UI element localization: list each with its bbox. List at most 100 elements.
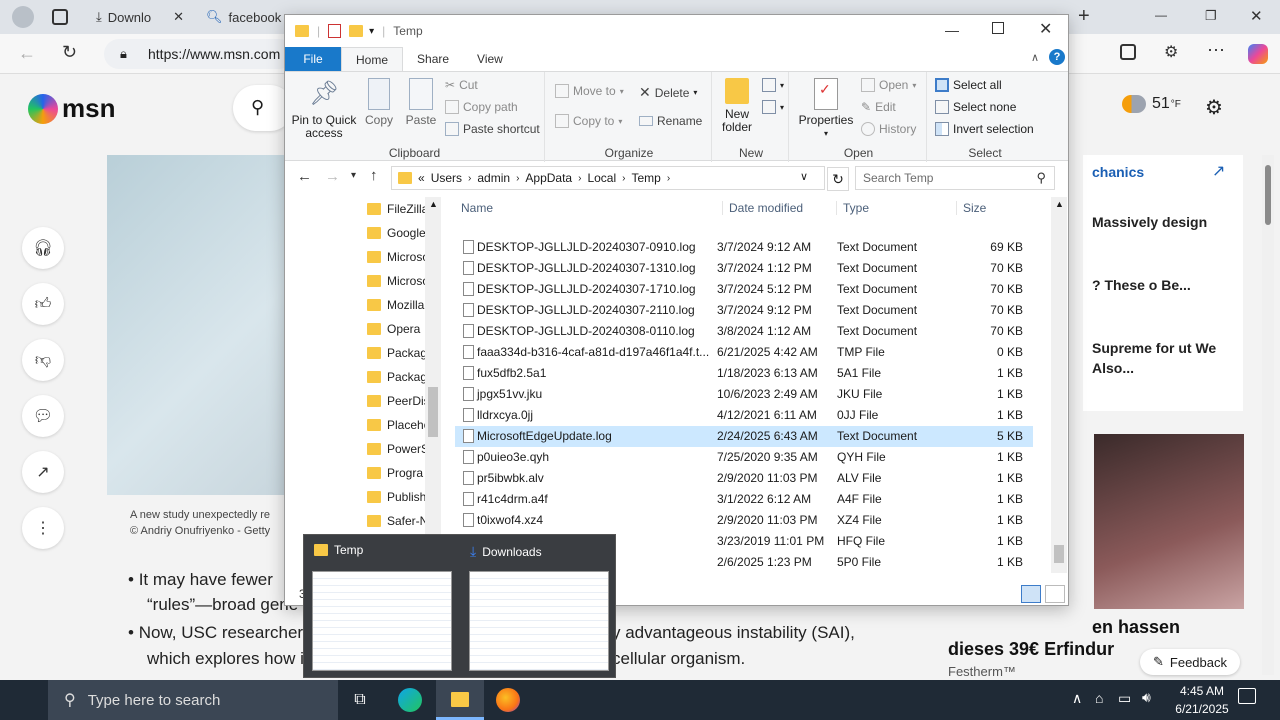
explorer-close-button[interactable]: ✕ xyxy=(1039,19,1052,39)
breadcrumb-separator-icon[interactable]: › xyxy=(667,173,670,184)
news-item-3[interactable]: Supreme for ut We Also... xyxy=(1092,338,1242,378)
breadcrumb-admin[interactable]: admin xyxy=(477,171,510,185)
file-row[interactable]: p0uieo3e.qyh 7/25/2020 9:35 AM QYH File 1 K… xyxy=(455,447,1033,468)
scroll-up-icon[interactable]: ▲ xyxy=(429,199,438,209)
tab-facebook[interactable]: 🔍︎ facebook xyxy=(198,3,284,31)
thumbnail-temp-title[interactable]: Temp xyxy=(314,543,363,557)
news-item-1[interactable]: Massively design xyxy=(1092,212,1242,232)
scroll-up-icon[interactable]: ▲ xyxy=(1055,199,1064,209)
breadcrumb-separator-icon[interactable]: › xyxy=(516,173,519,184)
new-folder-qat-icon[interactable] xyxy=(349,25,364,37)
close-icon[interactable]: ✕ xyxy=(173,9,184,25)
copilot-icon[interactable] xyxy=(1248,44,1268,64)
tab-file[interactable]: File xyxy=(285,47,341,71)
ad-headline-1[interactable]: en hassen xyxy=(1092,617,1180,638)
address-dropdown-icon[interactable]: ∨ xyxy=(800,170,808,183)
settings-gear-icon[interactable]: ⚙ xyxy=(1205,95,1223,120)
pin-quick-access-button[interactable]: 📌︎ Pin to Quick access xyxy=(289,78,359,140)
notification-icon[interactable] xyxy=(1238,688,1256,704)
network-icon[interactable]: ⌂ xyxy=(1095,690,1103,706)
copy-button[interactable]: Copy xyxy=(361,78,397,127)
restore-button[interactable]: ❐ xyxy=(1205,8,1217,24)
thumbnail-downloads-preview[interactable] xyxy=(469,571,609,671)
breadcrumb-temp[interactable]: Temp xyxy=(631,171,660,185)
share-icon[interactable]: ↗ xyxy=(22,451,64,493)
ad-headline-2[interactable]: dieses 39€ Erfindur xyxy=(948,639,1114,660)
ad-image[interactable] xyxy=(1094,434,1244,609)
file-row[interactable]: fux5dfb2.5a1 1/18/2023 6:13 AM 5A1 File 1 K… xyxy=(455,363,1033,384)
file-row[interactable]: DESKTOP-JGLLJLD-20240307-0910.log 3/7/202… xyxy=(455,237,1033,258)
select-all-button[interactable]: Select all xyxy=(935,78,1002,92)
clock-time[interactable]: 4:45 AM xyxy=(1172,684,1232,698)
breadcrumb-appdata[interactable]: AppData xyxy=(525,171,572,185)
rename-button[interactable]: Rename xyxy=(639,114,702,128)
file-row[interactable]: faaa334d-b316-4caf-a81d-d197a46f1a4f.t..… xyxy=(455,342,1033,363)
new-tab-button[interactable]: + xyxy=(1078,5,1090,28)
history-button[interactable]: History xyxy=(861,122,916,136)
file-row[interactable]: DESKTOP-JGLLJLD-20240307-1710.log 3/7/202… xyxy=(455,279,1033,300)
filelist-scrollbar-thumb[interactable] xyxy=(1054,545,1064,563)
profile-avatar[interactable] xyxy=(12,6,34,28)
lock-icon[interactable]: 🔒︎ xyxy=(120,46,127,62)
breadcrumb-separator-icon[interactable]: › xyxy=(622,173,625,184)
taskbar-search-box[interactable]: ⚲ Type here to search xyxy=(48,680,338,720)
file-row[interactable]: r41c4drm.a4f 3/1/2022 6:12 AM A4F File 1 KB xyxy=(455,489,1033,510)
weather-widget[interactable]: 51 °F xyxy=(1122,95,1181,113)
breadcrumb-local[interactable]: Local xyxy=(587,171,616,185)
column-header-date[interactable]: Date modified xyxy=(722,201,803,215)
details-view-icon[interactable] xyxy=(1021,585,1041,603)
thumbnail-downloads-title[interactable]: ⤓ Downloads xyxy=(470,543,542,560)
file-row[interactable]: DESKTOP-JGLLJLD-20240307-2110.log 3/7/202… xyxy=(455,300,1033,321)
page-scrollbar-thumb[interactable] xyxy=(1265,165,1271,225)
navpane-scrollbar-thumb[interactable] xyxy=(428,387,438,437)
more-menu-icon[interactable]: ⋯ xyxy=(1207,40,1225,61)
invert-selection-button[interactable]: Invert selection xyxy=(935,122,1034,136)
news-item-2[interactable]: ? These o Be... xyxy=(1092,275,1242,295)
new-folder-button[interactable]: New folder xyxy=(718,78,756,134)
thumbs-down-icon[interactable]: 👎︎ xyxy=(22,339,64,381)
column-header-size[interactable]: Size xyxy=(956,201,986,215)
file-row[interactable]: lldrxcya.0jj 4/12/2021 6:11 AM 0JJ File 1 K… xyxy=(455,405,1033,426)
wifi-icon[interactable]: ▭ xyxy=(1118,690,1131,707)
qat-dropdown-icon[interactable]: ▾ xyxy=(369,26,374,37)
delete-button[interactable]: ✕ Delete ▾ xyxy=(639,84,697,101)
file-row[interactable]: DESKTOP-JGLLJLD-20240308-0110.log 3/8/202… xyxy=(455,321,1033,342)
close-window-button[interactable]: ✕ xyxy=(1250,7,1263,25)
forward-arrow-icon[interactable]: → xyxy=(325,168,340,185)
up-arrow-icon[interactable]: ↑ xyxy=(370,167,378,184)
comment-icon[interactable]: 💬︎ xyxy=(22,395,64,437)
copy-path-button[interactable]: Copy path xyxy=(445,100,518,114)
refresh-icon[interactable]: ↻ xyxy=(62,42,77,63)
recent-locations-icon[interactable]: ▾ xyxy=(351,170,356,181)
tab-view[interactable]: View xyxy=(463,47,517,71)
firefox-icon[interactable] xyxy=(496,688,520,712)
file-explorer-taskbar-button[interactable] xyxy=(436,680,484,720)
start-windows-icon[interactable] xyxy=(12,690,32,710)
help-icon[interactable]: ? xyxy=(1049,49,1065,65)
explorer-maximize-button[interactable] xyxy=(992,22,1004,34)
clock-date[interactable]: 6/21/2025 xyxy=(1168,702,1236,716)
navpane-scrollbar[interactable]: ▲ xyxy=(425,197,441,573)
thumbs-up-icon[interactable]: 👍︎ xyxy=(22,283,64,325)
file-row[interactable]: MicrosoftEdgeUpdate.log 2/24/2025 6:43 AM… xyxy=(455,426,1033,447)
thumbnail-temp-preview[interactable] xyxy=(312,571,452,671)
collections-icon[interactable] xyxy=(1120,44,1136,60)
collapse-ribbon-icon[interactable]: ∧ xyxy=(1031,51,1039,64)
breadcrumb-users[interactable]: Users xyxy=(431,171,462,185)
tab-share[interactable]: Share xyxy=(403,47,463,71)
properties-qat-icon[interactable] xyxy=(328,24,342,38)
back-icon[interactable]: ← xyxy=(18,43,36,64)
cut-button[interactable]: ✂ Cut xyxy=(445,78,478,92)
column-header-type[interactable]: Type xyxy=(836,201,869,215)
column-header-name[interactable]: Name xyxy=(461,201,493,215)
refresh-icon[interactable]: ↻ xyxy=(827,167,849,191)
edge-icon[interactable] xyxy=(398,688,422,712)
task-view-icon[interactable]: ⧉ xyxy=(348,688,372,712)
tab-downloads[interactable]: ⤓ Downlo ✕ xyxy=(88,3,192,31)
minimize-button[interactable]: — xyxy=(1155,8,1167,22)
open-button[interactable]: Open ▾ xyxy=(861,78,916,92)
new-item-button[interactable]: ▾ xyxy=(762,78,784,92)
explorer-minimize-button[interactable]: — xyxy=(945,22,959,38)
filelist-scrollbar[interactable]: ▲ xyxy=(1051,197,1067,573)
search-temp-box[interactable]: Search Temp ⚲ xyxy=(855,166,1055,190)
